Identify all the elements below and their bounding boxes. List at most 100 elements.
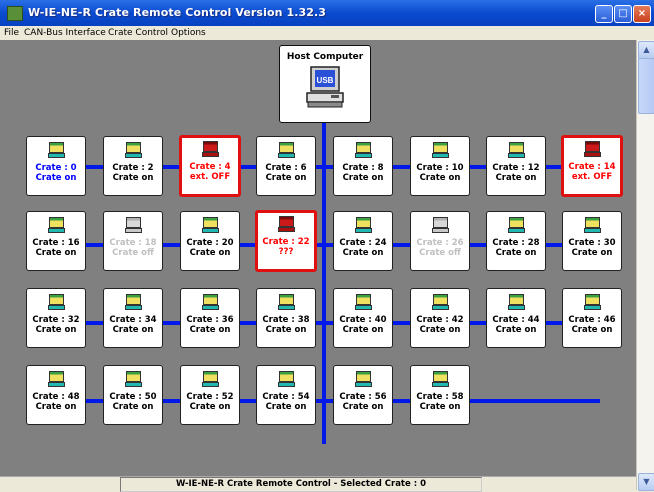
crate-status-label: Crate off	[419, 248, 461, 258]
crate-tile[interactable]: Crate : 36 Crate on	[180, 288, 240, 348]
scroll-down-button[interactable]: ▼	[638, 473, 654, 491]
crate-on-icon	[277, 294, 295, 310]
crate-tile[interactable]: Crate : 8 Crate on	[333, 136, 393, 196]
crate-on-icon	[507, 217, 525, 233]
crate-status-label: Crate on	[112, 325, 154, 335]
crate-on-icon	[354, 142, 372, 158]
crate-id-label: Crate : 34	[109, 315, 157, 325]
crate-status-label: Crate on	[35, 402, 77, 412]
crate-status-label: ext. OFF	[571, 172, 613, 182]
crate-id-label: Crate : 46	[568, 315, 616, 325]
crate-status-label: Crate on	[495, 173, 537, 183]
crate-tile[interactable]: Crate : 38 Crate on	[256, 288, 316, 348]
crate-status-label: Crate on	[189, 248, 231, 258]
crate-off-icon	[277, 216, 295, 232]
crate-status-label: ???	[278, 247, 294, 257]
close-button[interactable]: ×	[633, 5, 651, 23]
crate-status-label: Crate on	[419, 173, 461, 183]
crate-tile[interactable]: Crate : 6 Crate on	[256, 136, 316, 196]
crate-off-icon	[201, 141, 219, 157]
crate-tile[interactable]: Crate : 20 Crate on	[180, 211, 240, 271]
crate-status-label: Crate on	[495, 248, 537, 258]
crate-tile[interactable]: Crate : 46 Crate on	[562, 288, 622, 348]
crate-tile[interactable]: Crate : 2 Crate on	[103, 136, 163, 196]
crate-tile[interactable]: Crate : 22???	[255, 210, 317, 272]
crate-tile[interactable]: Crate : 44 Crate on	[486, 288, 546, 348]
crate-tile[interactable]: Crate : 34 Crate on	[103, 288, 163, 348]
crate-status-label: Crate on	[419, 402, 461, 412]
crate-id-label: Crate : 16	[32, 238, 80, 248]
crate-tile[interactable]: Crate : 18 Crate off	[103, 211, 163, 271]
crate-tile[interactable]: Crate : 30 Crate on	[562, 211, 622, 271]
menu-can-bus-interface[interactable]: CAN-Bus Interface	[24, 28, 106, 38]
crate-on-icon	[507, 294, 525, 310]
crate-id-label: Crate : 48	[32, 392, 80, 402]
crate-on-icon	[277, 371, 295, 387]
crate-status-label: Crate on	[265, 402, 307, 412]
crate-id-label: Crate : 44	[492, 315, 540, 325]
crate-on-icon	[201, 294, 219, 310]
crate-status-label: Crate on	[35, 173, 77, 183]
crate-id-label: Crate : 40	[339, 315, 387, 325]
crate-tile[interactable]: Crate : 42 Crate on	[410, 288, 470, 348]
crate-disabled-icon	[431, 217, 449, 233]
maximize-button[interactable]: □	[614, 5, 632, 23]
host-computer-usb-icon: USB	[306, 66, 344, 108]
window-title: W-IE-NE-R Crate Remote Control Version 1…	[28, 6, 327, 19]
crate-on-icon	[47, 294, 65, 310]
scroll-up-button[interactable]: ▲	[638, 41, 654, 59]
crate-id-label: Crate : 38	[262, 315, 310, 325]
menu-crate-control[interactable]: Crate Control	[108, 28, 168, 38]
crate-tile[interactable]: Crate : 48 Crate on	[26, 365, 86, 425]
crate-disabled-icon	[124, 217, 142, 233]
crate-on-icon	[124, 294, 142, 310]
crate-id-label: Crate : 42	[416, 315, 464, 325]
crate-on-icon	[583, 294, 601, 310]
crate-id-label: Crate : 10	[416, 163, 464, 173]
crate-status-label: Crate on	[35, 325, 77, 335]
crate-tile[interactable]: Crate : 0 Crate on	[26, 136, 86, 196]
crate-id-label: Crate : 14	[568, 162, 616, 172]
crate-id-label: Crate : 50	[109, 392, 157, 402]
status-bar: W-IE-NE-R Crate Remote Control - Selecte…	[0, 476, 636, 492]
crate-on-icon	[431, 142, 449, 158]
crate-on-icon	[201, 217, 219, 233]
crate-tile[interactable]: Crate : 12 Crate on	[486, 136, 546, 196]
crate-on-icon	[47, 217, 65, 233]
crate-tile[interactable]: Crate : 26 Crate off	[410, 211, 470, 271]
crate-tile[interactable]: Crate : 14 ext. OFF	[561, 135, 623, 197]
crate-id-label: Crate : 30	[568, 238, 616, 248]
menu-file[interactable]: File	[4, 28, 19, 38]
menu-options[interactable]: Options	[171, 28, 206, 38]
crate-tile[interactable]: Crate : 4 ext. OFF	[179, 135, 241, 197]
crate-tile[interactable]: Crate : 54 Crate on	[256, 365, 316, 425]
vertical-scrollbar[interactable]: ▲ ▼	[636, 40, 654, 491]
crate-tile[interactable]: Crate : 16 Crate on	[26, 211, 86, 271]
host-computer-label: Host Computer	[286, 52, 364, 62]
host-computer[interactable]: Host Computer USB	[279, 45, 371, 123]
crate-id-label: Crate : 52	[186, 392, 234, 402]
minimize-button[interactable]: _	[595, 5, 613, 23]
crate-on-icon	[354, 294, 372, 310]
crate-tile[interactable]: Crate : 56 Crate on	[333, 365, 393, 425]
crate-tile[interactable]: Crate : 24 Crate on	[333, 211, 393, 271]
crate-on-icon	[354, 371, 372, 387]
crate-tile[interactable]: Crate : 52 Crate on	[180, 365, 240, 425]
title-bar: W-IE-NE-R Crate Remote Control Version 1…	[0, 0, 654, 26]
crate-on-icon	[431, 294, 449, 310]
crate-tile[interactable]: Crate : 50 Crate on	[103, 365, 163, 425]
crate-id-label: Crate : 8	[342, 163, 384, 173]
crate-status-label: Crate on	[571, 325, 613, 335]
crate-off-icon	[583, 141, 601, 157]
crate-id-label: Crate : 32	[32, 315, 80, 325]
app-icon[interactable]	[7, 6, 23, 21]
crate-tile[interactable]: Crate : 28 Crate on	[486, 211, 546, 271]
crate-tile[interactable]: Crate : 40 Crate on	[333, 288, 393, 348]
scroll-thumb[interactable]	[638, 58, 654, 114]
crate-tile[interactable]: Crate : 32 Crate on	[26, 288, 86, 348]
crate-on-icon	[47, 371, 65, 387]
crate-on-icon	[201, 371, 219, 387]
usb-text: USB	[317, 76, 334, 85]
crate-tile[interactable]: Crate : 10 Crate on	[410, 136, 470, 196]
crate-tile[interactable]: Crate : 58 Crate on	[410, 365, 470, 425]
